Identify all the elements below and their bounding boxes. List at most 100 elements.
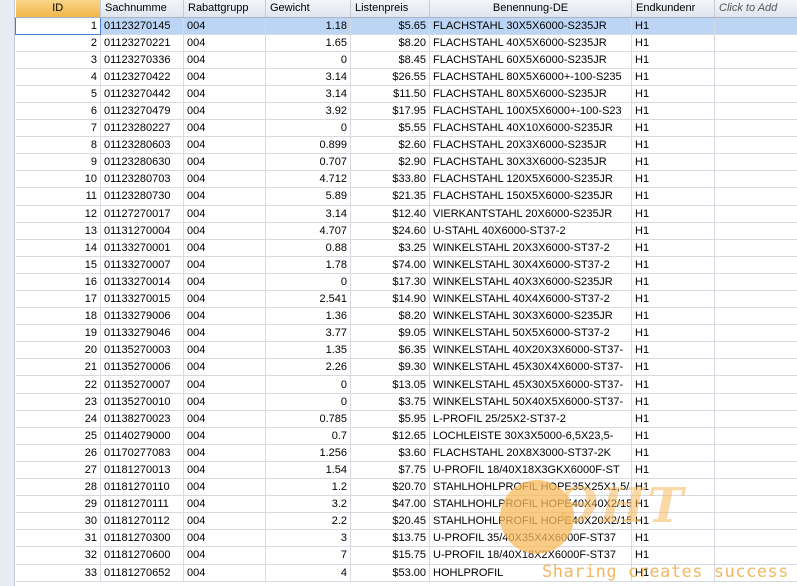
table-cell[interactable]: 0 [265,273,351,292]
table-cell[interactable]: 004 [183,102,266,121]
table-cell[interactable]: 01181270300 [100,529,184,548]
table-cell[interactable]: 01138270023 [100,410,184,428]
table-row[interactable]: 28 01181270110 004 1.2 $20.70 STAHLHOHLPROFIL… [15,478,797,497]
table-cell[interactable]: 3 [265,529,351,548]
column-header-0[interactable]: ID [15,0,101,18]
table-cell[interactable] [714,461,797,480]
table-cell[interactable]: STAHLHOHLPROFIL HOPE35X25X1,5/ [429,478,632,497]
table-cell[interactable]: 20 [15,341,101,360]
table-cell[interactable] [714,222,797,240]
table-cell[interactable]: $53.00 [350,564,430,582]
table-cell[interactable]: 1.256 [265,444,351,462]
table-cell[interactable]: 004 [183,136,266,155]
table-cell[interactable]: H1 [631,119,715,138]
table-cell[interactable]: H1 [631,102,715,121]
table-cell[interactable]: FLACHSTAHL 120X5X6000-S235JR [429,170,632,189]
table-cell[interactable]: 01123270221 [100,34,184,52]
table-cell[interactable] [714,239,797,257]
table-cell[interactable]: 8 [15,136,101,155]
table-row[interactable]: 11 01123280730 004 5.89 $21.35 FLACHSTAHL 150… [15,187,797,206]
table-row[interactable]: 32 01181270600 004 7 $15.75 U-PROFIL 18/40X18… [15,546,797,565]
table-cell[interactable]: H1 [631,187,715,206]
table-cell[interactable] [714,546,797,565]
table-cell[interactable]: 004 [183,51,266,69]
table-cell[interactable]: L-PROFIL 25/25X2-ST37-2 [429,410,632,428]
table-cell[interactable]: $5.65 [350,17,430,35]
table-cell[interactable]: 004 [183,85,266,103]
table-row[interactable]: 1 01123270145 004 1.18 $5.65 FLACHSTAHL 30X5X… [15,16,797,35]
table-cell[interactable] [714,393,797,411]
table-cell[interactable]: 004 [183,222,266,240]
table-row[interactable]: 24 01138270023 004 0.785 $5.95 L-PROFIL 25/25… [15,410,797,428]
table-cell[interactable]: 0.88 [265,239,351,257]
table-cell[interactable]: $9.30 [350,358,430,377]
table-cell[interactable]: 01127270017 [100,205,184,223]
record-selector-column[interactable] [0,0,15,586]
table-cell[interactable]: 0.7 [265,427,351,445]
table-cell[interactable]: 004 [183,529,266,548]
table-cell[interactable]: 01133270007 [100,256,184,274]
table-row[interactable]: 18 01133279006 004 1.36 $8.20 WINKELSTAHL 30X… [15,307,797,326]
table-cell[interactable]: $74.00 [350,256,430,274]
table-cell[interactable]: 0 [265,375,351,394]
table-cell[interactable]: $20.45 [350,512,430,531]
table-cell[interactable]: U-STAHL 40X6000-ST37-2 [429,222,632,240]
table-cell[interactable]: 1.78 [265,256,351,274]
table-cell[interactable]: 4.707 [265,222,351,240]
table-row[interactable]: 5 01123270442 004 3.14 $11.50 FLACHSTAHL 80X5… [15,85,797,103]
table-cell[interactable] [714,187,797,206]
table-cell[interactable] [714,495,797,514]
table-cell[interactable]: H1 [631,256,715,274]
table-cell[interactable]: $9.05 [350,324,430,343]
table-cell[interactable]: H1 [631,495,715,514]
table-cell[interactable]: 2.2 [265,512,351,531]
table-cell[interactable]: 0.707 [265,153,351,172]
table-cell[interactable]: 004 [183,546,266,565]
table-cell[interactable]: 6 [15,102,101,121]
table-cell[interactable] [714,85,797,103]
table-cell[interactable]: FLACHSTAHL 100X5X6000+-100-S23 [429,102,632,121]
table-cell[interactable]: 004 [183,410,266,428]
table-cell[interactable]: 004 [183,187,266,206]
table-cell[interactable]: FLACHSTAHL 80X5X6000+-100-S235 [429,68,632,86]
table-cell[interactable]: $13.75 [350,529,430,548]
table-cell[interactable]: H1 [631,410,715,428]
table-cell[interactable]: 11 [15,187,101,206]
table-cell[interactable]: 0.785 [265,410,351,428]
table-cell[interactable] [714,375,797,394]
table-cell[interactable]: 01123280703 [100,170,184,189]
table-cell[interactable]: 01181270110 [100,478,184,497]
table-cell[interactable]: $8.45 [350,51,430,69]
table-cell[interactable]: 1.18 [265,17,351,35]
table-cell[interactable] [714,17,797,35]
table-cell[interactable]: 01135270003 [100,341,184,360]
table-cell[interactable]: 3.14 [265,68,351,86]
table-cell[interactable] [714,170,797,189]
table-cell[interactable] [714,307,797,326]
table-cell[interactable]: $3.60 [350,444,430,462]
table-cell[interactable]: 3.2 [265,495,351,514]
table-cell[interactable]: FLACHSTAHL 20X3X6000-S235JR [429,136,632,155]
table-cell[interactable]: 004 [183,495,266,514]
table-cell[interactable]: 01133279006 [100,307,184,326]
table-cell[interactable]: 01135270007 [100,375,184,394]
table-cell[interactable]: $47.00 [350,495,430,514]
table-cell[interactable]: 19 [15,324,101,343]
table-cell[interactable]: 3.77 [265,324,351,343]
table-row[interactable]: 26 01170277083 004 1.256 $3.60 FLACHSTAHL 20X… [15,444,797,462]
table-cell[interactable]: 01123280603 [100,136,184,155]
table-cell[interactable]: 25 [15,427,101,445]
table-cell[interactable]: $21.35 [350,187,430,206]
table-cell[interactable]: U-PROFIL 18/40X18X2X6000F-ST37 [429,546,632,565]
table-cell[interactable]: WINKELSTAHL 40X20X3X6000-ST37- [429,341,632,360]
table-cell[interactable]: H1 [631,51,715,69]
table-cell[interactable]: FLACHSTAHL 30X5X6000-S235JR [429,17,632,35]
table-cell[interactable] [714,153,797,172]
table-cell[interactable]: 2.541 [265,290,351,309]
table-row[interactable]: 25 01140279000 004 0.7 $12.65 LOCHLEISTE 30X3… [15,427,797,445]
table-cell[interactable]: H1 [631,170,715,189]
table-cell[interactable]: 21 [15,358,101,377]
table-row[interactable]: 6 01123270479 004 3.92 $17.95 FLACHSTAHL 100X… [15,102,797,121]
table-cell[interactable]: 5.89 [265,187,351,206]
table-cell[interactable]: H1 [631,290,715,309]
